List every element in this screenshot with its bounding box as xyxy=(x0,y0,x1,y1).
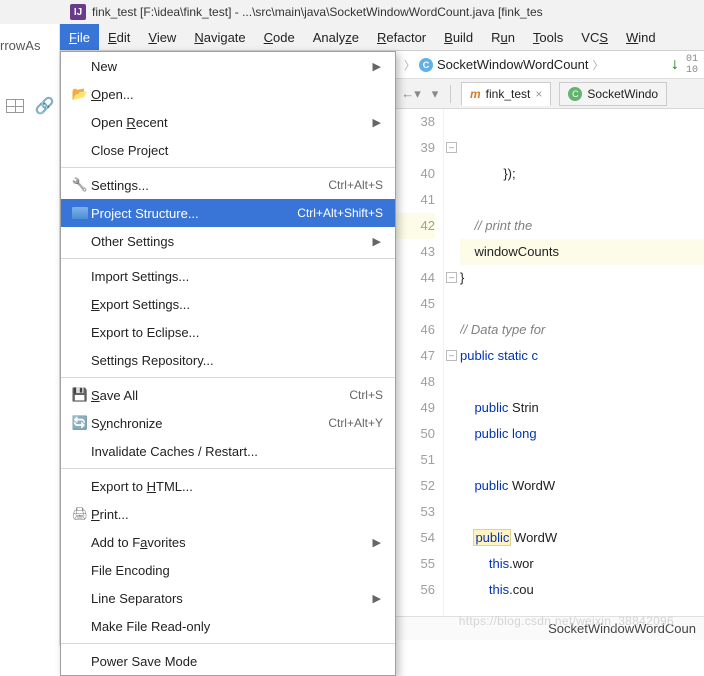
menu-item-other-settings[interactable]: Other Settings▶ xyxy=(61,227,395,255)
chevron-right-icon: 〉 xyxy=(593,57,604,73)
menu-run[interactable]: Run xyxy=(482,24,524,50)
folder-open-icon xyxy=(69,86,91,102)
menu-item-power-save[interactable]: Power Save Mode xyxy=(61,647,395,675)
menu-separator xyxy=(61,377,395,378)
menu-item-add-favorites[interactable]: Add to Favorites▶ xyxy=(61,528,395,556)
divider xyxy=(450,85,451,103)
close-tab-icon[interactable]: × xyxy=(535,87,542,101)
link-icon[interactable]: 🔗 xyxy=(35,96,55,116)
menu-item-open-recent[interactable]: Open Recent▶ xyxy=(61,108,395,136)
code-area[interactable]: }); // print the windowCounts env.execut… xyxy=(460,109,704,616)
fold-collapse-icon[interactable]: – xyxy=(446,142,457,153)
menu-item-export-settings[interactable]: Export Settings... xyxy=(61,290,395,318)
fold-collapse-icon[interactable]: – xyxy=(446,350,457,361)
menu-item-open[interactable]: Open... xyxy=(61,80,395,108)
code-editor[interactable]: 38 39 40 41 42 43 44 45 46 47 48 49 50 5… xyxy=(396,109,704,616)
editor-tab-fink-test[interactable]: m fink_test × xyxy=(461,82,551,106)
menu-item-close-project[interactable]: Close Project xyxy=(61,136,395,164)
class-icon: C xyxy=(419,58,433,72)
menu-separator xyxy=(61,167,395,168)
class-icon: C xyxy=(568,87,582,101)
menu-edit[interactable]: Edit xyxy=(99,24,139,50)
wrench-icon xyxy=(69,177,91,193)
menu-item-print[interactable]: Print... xyxy=(61,500,395,528)
editor-toolbar: ←▾ ▾ m fink_test × C SocketWindo xyxy=(396,79,704,109)
menu-item-synchronize[interactable]: SynchronizeCtrl+Alt+Y xyxy=(61,409,395,437)
breadcrumb-item[interactable]: SocketWindowWordCount xyxy=(437,57,589,72)
menu-code[interactable]: Code xyxy=(255,24,304,50)
table-icon[interactable] xyxy=(6,99,24,113)
submenu-arrow-icon: ▶ xyxy=(373,235,383,248)
print-icon xyxy=(69,506,91,522)
menu-separator xyxy=(61,468,395,469)
line-gutter: 38 39 40 41 42 43 44 45 46 47 48 49 50 5… xyxy=(396,109,444,616)
back-icon[interactable]: ←▾ xyxy=(400,83,422,105)
menu-item-file-encoding[interactable]: File Encoding xyxy=(61,556,395,584)
menu-tools[interactable]: Tools xyxy=(524,24,572,50)
tab-label: SocketWindo xyxy=(587,87,658,101)
menu-item-import-settings[interactable]: Import Settings... xyxy=(61,262,395,290)
app-icon: IJ xyxy=(70,4,86,20)
menu-item-save-all[interactable]: Save AllCtrl+S xyxy=(61,381,395,409)
fold-collapse-icon[interactable]: – xyxy=(446,272,457,283)
download-icon[interactable]: ⭣ xyxy=(672,57,678,73)
menu-window[interactable]: Wind xyxy=(617,24,665,50)
menu-item-invalidate-caches[interactable]: Invalidate Caches / Restart... xyxy=(61,437,395,465)
menu-analyze[interactable]: Analyze xyxy=(304,24,368,50)
left-truncated-label: rrowAs xyxy=(0,38,40,53)
menu-item-new[interactable]: New▶ xyxy=(61,52,395,80)
watermark: https://blog.csdn.net/weixin_38842096 xyxy=(459,614,674,628)
menu-navigate[interactable]: Navigate xyxy=(185,24,254,50)
menu-refactor[interactable]: Refactor xyxy=(368,24,435,50)
menu-item-project-structure[interactable]: Project Structure...Ctrl+Alt+Shift+S xyxy=(61,199,395,227)
menu-separator xyxy=(61,258,395,259)
title-bar: IJ fink_test [F:\idea\fink_test] - ...\s… xyxy=(0,0,704,24)
window-title: fink_test [F:\idea\fink_test] - ...\src\… xyxy=(92,5,543,19)
file-menu-dropdown: New▶ Open... Open Recent▶ Close Project … xyxy=(60,51,396,676)
maven-icon: m xyxy=(470,87,481,101)
menu-item-make-readonly[interactable]: Make File Read-only xyxy=(61,612,395,640)
breadcrumb-bar: 〉 C SocketWindowWordCount 〉 ⭣ 0110 xyxy=(396,51,704,79)
tab-label: fink_test xyxy=(486,87,531,101)
menu-file[interactable]: File xyxy=(60,24,99,50)
submenu-arrow-icon: ▶ xyxy=(373,536,383,549)
dropdown-icon[interactable]: ▾ xyxy=(424,83,446,105)
fold-strip: – – – xyxy=(444,109,460,616)
menu-bar: File Edit View Navigate Code Analyze Ref… xyxy=(0,24,704,51)
project-structure-icon xyxy=(69,207,91,219)
submenu-arrow-icon: ▶ xyxy=(373,116,383,129)
menu-item-export-eclipse[interactable]: Export to Eclipse... xyxy=(61,318,395,346)
menu-item-settings-repo[interactable]: Settings Repository... xyxy=(61,346,395,374)
binary-icon[interactable]: 0110 xyxy=(686,54,698,76)
save-icon xyxy=(69,387,91,403)
menu-view[interactable]: View xyxy=(139,24,185,50)
menu-separator xyxy=(61,643,395,644)
menu-item-export-html[interactable]: Export to HTML... xyxy=(61,472,395,500)
editor-tab-socketwindow[interactable]: C SocketWindo xyxy=(559,82,667,106)
menu-item-line-separators[interactable]: Line Separators▶ xyxy=(61,584,395,612)
menu-build[interactable]: Build xyxy=(435,24,482,50)
chevron-right-icon: 〉 xyxy=(404,57,415,73)
sync-icon xyxy=(69,415,91,431)
submenu-arrow-icon: ▶ xyxy=(373,592,383,605)
menu-vcs[interactable]: VCS xyxy=(572,24,617,50)
menu-item-settings[interactable]: Settings...Ctrl+Alt+S xyxy=(61,171,395,199)
left-gutter-panel: rrowAs 🔗 xyxy=(0,24,60,646)
submenu-arrow-icon: ▶ xyxy=(373,60,383,73)
